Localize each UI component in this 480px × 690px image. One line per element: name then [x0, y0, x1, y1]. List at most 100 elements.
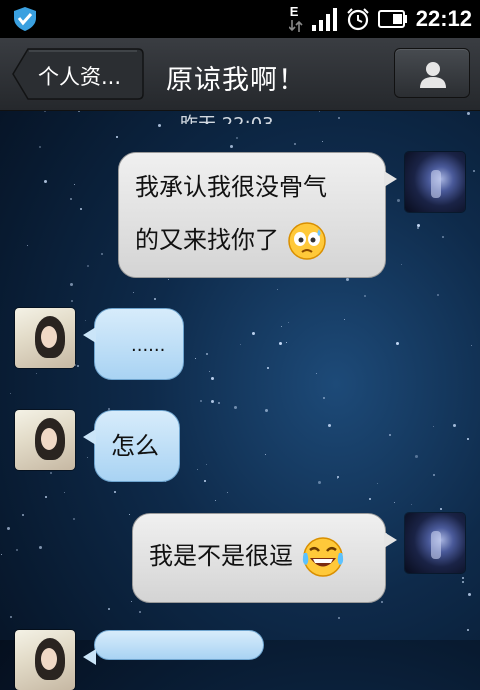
- star: [318, 481, 321, 484]
- star: [206, 353, 208, 355]
- star: [74, 184, 75, 185]
- star: [80, 208, 82, 210]
- star: [215, 500, 216, 501]
- message-bubble-outgoing[interactable]: 我是不是很逗: [132, 513, 397, 603]
- star: [381, 601, 383, 603]
- star: [73, 518, 75, 520]
- star: [462, 577, 464, 579]
- alarm-clock-icon: [347, 8, 369, 31]
- star: [319, 111, 320, 112]
- star: [87, 265, 89, 267]
- star: [288, 322, 289, 323]
- message-text: ......: [131, 335, 166, 356]
- security-shield-icon: [14, 7, 36, 31]
- star: [27, 245, 28, 246]
- mobile-data-icon: E: [288, 4, 304, 34]
- star: [394, 502, 395, 503]
- star: [417, 224, 420, 227]
- message-text: 我承认我很没骨气: [135, 173, 327, 201]
- star: [16, 549, 18, 551]
- worried-face-icon: [287, 222, 326, 260]
- battery-icon: [377, 10, 407, 28]
- star: [265, 454, 266, 455]
- star: [411, 504, 412, 505]
- message-bubble-incoming[interactable]: ......: [83, 308, 184, 380]
- back-button[interactable]: 个人资...: [12, 48, 144, 100]
- contact-avatar[interactable]: [15, 308, 75, 368]
- star: [71, 300, 73, 302]
- message-text: 怎么: [111, 432, 159, 460]
- message-bubble-incoming[interactable]: [83, 630, 264, 665]
- status-time: 22:12: [415, 6, 472, 31]
- star: [467, 629, 469, 631]
- star: [252, 332, 255, 335]
- title-bar: 个人资... 原谅我啊！: [0, 38, 480, 111]
- star: [236, 137, 238, 139]
- star: [369, 498, 371, 500]
- star: [211, 377, 214, 380]
- star: [338, 617, 340, 619]
- star: [87, 457, 88, 458]
- my-avatar[interactable]: [405, 513, 465, 573]
- star: [133, 292, 134, 293]
- star: [294, 143, 296, 145]
- star: [77, 365, 79, 367]
- star: [195, 358, 196, 359]
- star: [85, 320, 86, 321]
- star: [70, 283, 73, 286]
- star: [286, 342, 287, 343]
- star: [344, 319, 345, 320]
- my-avatar[interactable]: [405, 152, 465, 212]
- message-timestamp: 昨天 22:03: [180, 110, 274, 124]
- network-type-label: E: [289, 4, 299, 19]
- star: [433, 474, 435, 476]
- star: [197, 469, 198, 470]
- star: [323, 397, 325, 399]
- star: [1, 554, 2, 555]
- star: [101, 253, 103, 255]
- star: [265, 409, 268, 412]
- star: [338, 117, 340, 119]
- star: [154, 298, 156, 300]
- star: [108, 608, 110, 610]
- star: [473, 170, 475, 172]
- signal-strength-icon: [311, 8, 337, 31]
- message-bubble-incoming[interactable]: 怎么: [83, 410, 180, 482]
- star: [397, 199, 400, 202]
- star: [10, 616, 12, 618]
- star: [7, 527, 10, 530]
- contact-avatar[interactable]: [15, 630, 75, 690]
- status-bar: E 22:12: [0, 0, 480, 38]
- star: [316, 373, 317, 374]
- star: [22, 514, 24, 516]
- star: [227, 492, 228, 493]
- back-button-label: 个人资...: [38, 65, 122, 89]
- star: [467, 112, 470, 115]
- contact-avatar[interactable]: [15, 410, 75, 470]
- message-bubble-outgoing[interactable]: 我承认我很没骨气 的又来找你了: [118, 152, 397, 278]
- star: [396, 342, 399, 345]
- star: [209, 371, 210, 372]
- star: [267, 367, 269, 369]
- star: [114, 491, 116, 493]
- contact-profile-button[interactable]: [394, 48, 470, 98]
- star: [437, 294, 439, 296]
- star: [337, 476, 339, 478]
- star: [64, 492, 65, 493]
- person-icon: [420, 62, 446, 88]
- star: [158, 124, 161, 127]
- star: [364, 295, 366, 297]
- star: [131, 601, 132, 602]
- star: [206, 464, 207, 465]
- message-text: 我是不是很逗: [149, 542, 293, 570]
- star: [279, 342, 282, 345]
- star: [468, 593, 471, 596]
- star: [346, 278, 349, 281]
- star: [116, 136, 118, 138]
- star: [433, 426, 434, 427]
- star: [129, 514, 130, 515]
- star: [417, 227, 419, 229]
- star: [70, 198, 72, 200]
- star: [337, 478, 338, 479]
- star: [50, 472, 52, 474]
